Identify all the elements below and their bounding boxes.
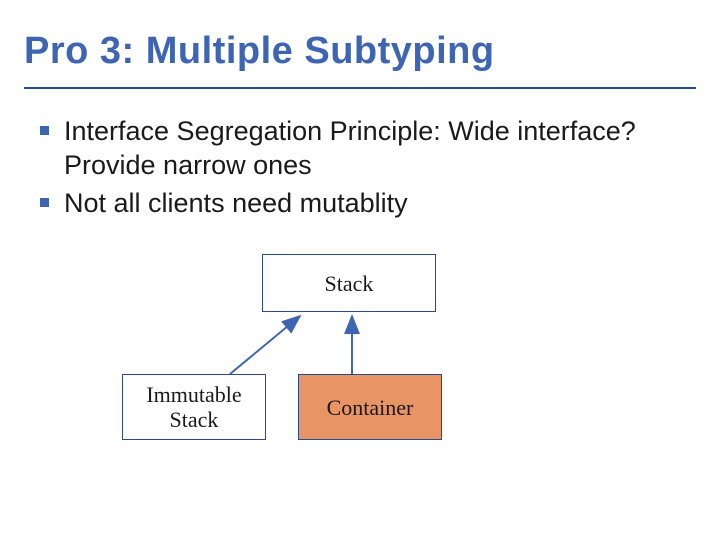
bullet-text: Not all clients need mutablity — [64, 187, 696, 221]
bullet-icon — [24, 115, 64, 135]
diagram-box-immutable-stack: ImmutableStack — [122, 374, 266, 440]
diagram-area: Stack ImmutableStack Container — [0, 224, 720, 484]
diagram-box-stack: Stack — [262, 254, 436, 312]
list-item: Not all clients need mutablity — [24, 187, 696, 225]
slide-title: Pro 3: Multiple Subtyping — [0, 0, 720, 73]
diagram-box-container: Container — [298, 374, 442, 440]
bullet-icon — [24, 187, 64, 207]
list-item: Interface Segregation Principle: Wide in… — [24, 115, 696, 187]
bullet-text: Interface Segregation Principle: Wide in… — [64, 115, 696, 183]
bullet-list: Interface Segregation Principle: Wide in… — [0, 89, 720, 224]
